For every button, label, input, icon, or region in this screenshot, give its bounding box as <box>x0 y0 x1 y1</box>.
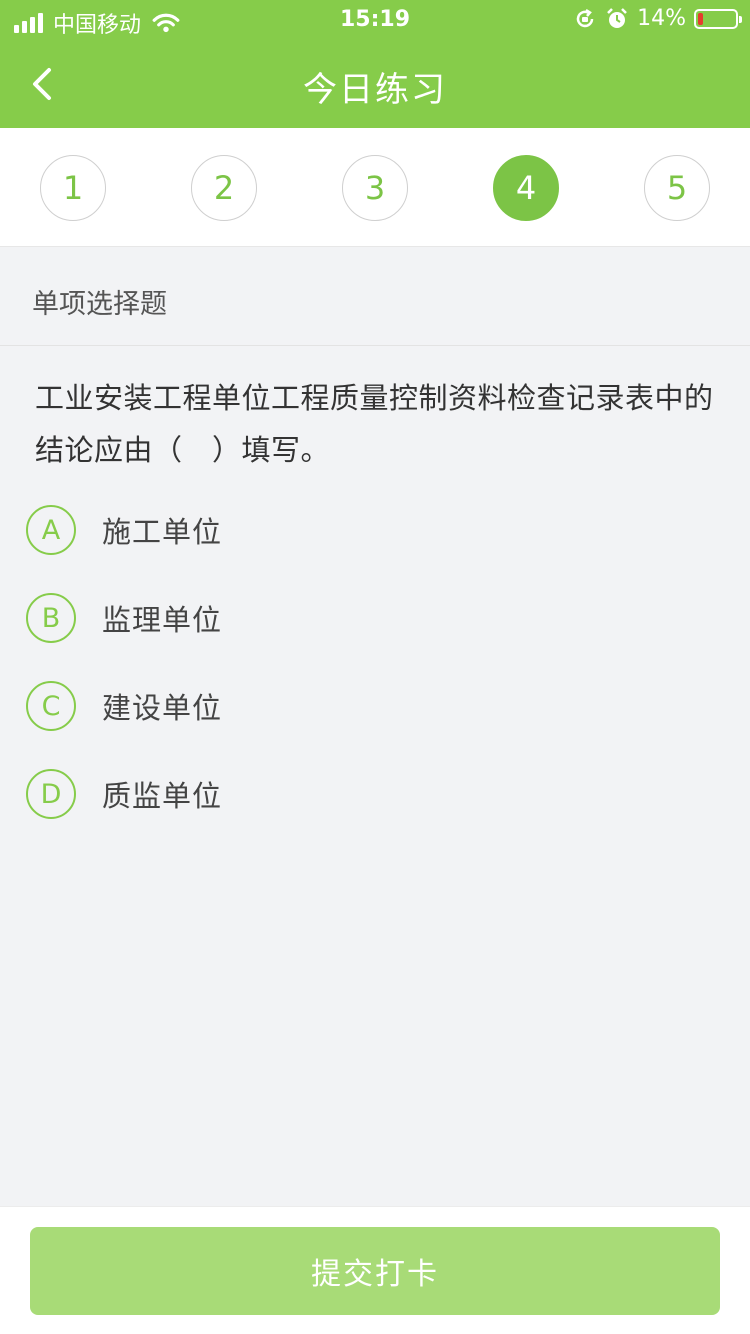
option-b[interactable]: B 监理单位 <box>26 583 726 653</box>
option-text: 建设单位 <box>102 691 223 725</box>
question-text: 工业安装工程单位工程质量控制资料检查记录表中的结论应由（ ）填写。 <box>35 381 714 467</box>
option-text: 质监单位 <box>102 779 223 813</box>
bottom-bar: 提交打卡 <box>0 1206 750 1334</box>
status-right: 14% <box>573 6 742 31</box>
practice-screen: 中国移动 15:19 14% 今日练习 1 2 3 4 5 单项选择题 工业安装… <box>0 0 750 1334</box>
option-d[interactable]: D 质监单位 <box>26 759 726 829</box>
alarm-icon <box>607 7 627 28</box>
question-index-bar: 1 2 3 4 5 <box>0 128 750 247</box>
option-text: 监理单位 <box>102 603 223 637</box>
question-type-label: 单项选择题 <box>32 289 167 320</box>
status-bar: 中国移动 15:19 14% <box>0 0 750 40</box>
question-type-header: 单项选择题 <box>0 248 750 346</box>
option-text: 施工单位 <box>102 515 223 549</box>
option-letter-badge: D <box>26 769 76 819</box>
question-index-4[interactable]: 4 <box>493 155 559 221</box>
battery-percent: 14% <box>637 6 686 31</box>
battery-icon <box>694 8 742 29</box>
question-index-2[interactable]: 2 <box>191 155 257 221</box>
question-index-5[interactable]: 5 <box>644 155 710 221</box>
battery-fill <box>698 12 703 25</box>
question-index-3[interactable]: 3 <box>342 155 408 221</box>
option-letter-badge: C <box>26 681 76 731</box>
submit-button[interactable]: 提交打卡 <box>30 1227 720 1315</box>
orientation-lock-icon <box>576 8 594 27</box>
option-letter-badge: A <box>26 505 76 555</box>
option-letter-badge: B <box>26 593 76 643</box>
header-bar: 中国移动 15:19 14% 今日练习 <box>0 0 750 128</box>
option-a[interactable]: A 施工单位 <box>26 495 726 565</box>
question-index-1[interactable]: 1 <box>40 155 106 221</box>
page-title: 今日练习 <box>303 70 447 110</box>
option-c[interactable]: C 建设单位 <box>26 671 726 741</box>
nav-bar: 今日练习 <box>0 40 750 128</box>
